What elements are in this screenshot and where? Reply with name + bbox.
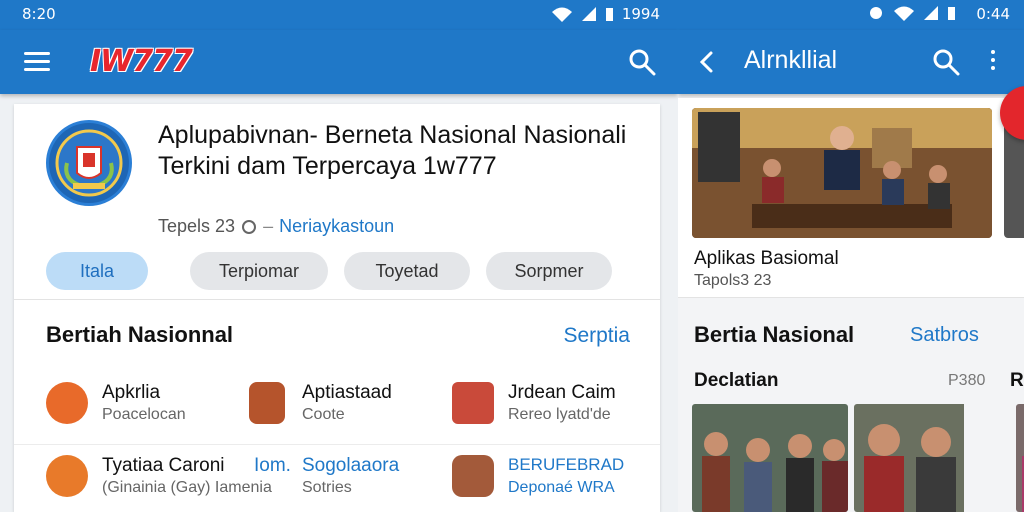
main-content: Aplupabivnan- Berneta Nasional Nasionali… — [14, 104, 660, 512]
item-subtitle: Coote — [302, 406, 345, 423]
item-title: Jrdean Caim — [508, 382, 616, 403]
list-item[interactable]: BERUFEBRAD Deponaé WRA — [452, 453, 652, 505]
settings-icon — [870, 7, 882, 19]
app-bar: IW777 — [0, 30, 678, 94]
item-title: BERUFEBRAD — [508, 455, 625, 474]
document-icon — [249, 382, 285, 424]
section-title: Bertia Nasional — [694, 322, 855, 347]
battery-icon — [605, 8, 613, 21]
thumbnail-1[interactable] — [692, 404, 848, 512]
item-subtitle: Sotries — [302, 479, 352, 496]
featured-article[interactable]: Aplikas Basiomal Tapols3 23 — [678, 86, 1024, 298]
menu-icon[interactable] — [24, 52, 50, 72]
status-time: 8:20 — [22, 5, 56, 23]
item-subtitle: Rereo lyatd'de — [508, 406, 611, 423]
list-item[interactable]: Sogolaaora Sotries — [246, 453, 446, 505]
item-title: Sogolaaora — [302, 455, 400, 476]
chip-3[interactable]: Sorpmer — [486, 252, 612, 290]
book-icon — [452, 455, 494, 497]
wifi-icon — [551, 7, 572, 22]
subsection-extra: R — [1010, 370, 1024, 391]
thumbnail-3[interactable] — [1016, 404, 1024, 512]
status-bar: 8:20 1994 — [0, 0, 678, 30]
section-see-all-link[interactable]: Satbros — [910, 324, 979, 347]
chip-2[interactable]: Toyetad — [344, 252, 470, 290]
section-title: Bertiah Nasionnal — [46, 322, 234, 347]
list-item[interactable]: Jrdean Caim Rereo lyatd'de — [452, 380, 652, 432]
person-icon — [46, 455, 88, 497]
chip-1[interactable]: Terpiomar — [190, 252, 328, 290]
subsection-count: P380 — [948, 372, 986, 389]
item-subtitle: Deponaé WRA — [508, 479, 615, 496]
featured-photo — [692, 108, 992, 238]
featured-caption: Aplikas Basiomal — [694, 248, 839, 269]
photo-thumbnails — [692, 404, 1024, 512]
status-icons: 1994 — [551, 5, 660, 23]
thumbnail-2[interactable] — [854, 404, 1010, 512]
grid-row: Apkrlia Poacelocan Aptiastaad Coote Jrde… — [14, 372, 660, 440]
article-source-link[interactable]: Neriaykastoun — [279, 216, 394, 237]
subsection-title: Declatian — [694, 370, 779, 391]
headline[interactable]: Aplupabivnan- Berneta Nasional Nasionali… — [158, 120, 638, 182]
list-item[interactable]: Aptiastaad Coote — [246, 380, 446, 432]
wifi-icon — [894, 6, 914, 21]
item-title: Apkrlia — [102, 382, 161, 403]
brand-logo[interactable]: IW777 — [84, 44, 198, 80]
news-grid: Apkrlia Poacelocan Aptiastaad Coote Jrde… — [14, 372, 660, 512]
grid-row: Tyatiaa Caroni (Ginainia (Gay) Iamenia I… — [14, 444, 660, 512]
list-item[interactable]: Apkrlia Poacelocan — [46, 380, 246, 432]
clock-icon — [242, 219, 257, 234]
more-vert-icon[interactable] — [986, 50, 1000, 76]
signal-icon — [581, 7, 596, 21]
right-phone: 0:44 Alrnkllial Aplikas Basiomal Tapols3… — [678, 0, 1024, 512]
status-time: 0:44 — [976, 5, 1010, 23]
status-bar: 0:44 — [678, 0, 1024, 30]
category-chips: Itala Terpiomar Toyetad Sorpmer — [46, 252, 612, 290]
article-date: Tepels 23 — [158, 216, 236, 236]
page-title: Alrnkllial — [744, 46, 838, 74]
section-see-all-link[interactable]: Serptia — [563, 324, 630, 348]
battery-level: 1994 — [621, 5, 660, 23]
chip-0[interactable]: Itala — [46, 252, 148, 290]
status-icons — [867, 5, 956, 21]
building-icon — [452, 382, 494, 424]
item-title: Aptiastaad — [302, 382, 392, 403]
battery-icon — [948, 7, 955, 20]
search-icon[interactable] — [932, 48, 960, 76]
header-card: Aplupabivnan- Berneta Nasional Nasionali… — [14, 104, 660, 300]
left-phone: 8:20 1994 IW777 Aplupabivnan- Berneta Na… — [0, 0, 678, 512]
article-meta: Tepels 23 – Neriaykastoun — [158, 216, 395, 237]
signal-icon — [924, 6, 938, 20]
emblem-logo — [46, 120, 132, 206]
search-icon[interactable] — [628, 48, 656, 76]
train-icon — [46, 382, 88, 424]
item-subtitle: Poacelocan — [102, 406, 186, 423]
item-title: Tyatiaa Caroni — [102, 455, 225, 476]
app-bar: Alrnkllial — [678, 30, 1024, 94]
back-arrow-icon[interactable] — [696, 50, 720, 74]
featured-meta: Tapols3 23 — [694, 272, 772, 289]
screen: 8:20 1994 IW777 Aplupabivnan- Berneta Na… — [0, 0, 1024, 512]
